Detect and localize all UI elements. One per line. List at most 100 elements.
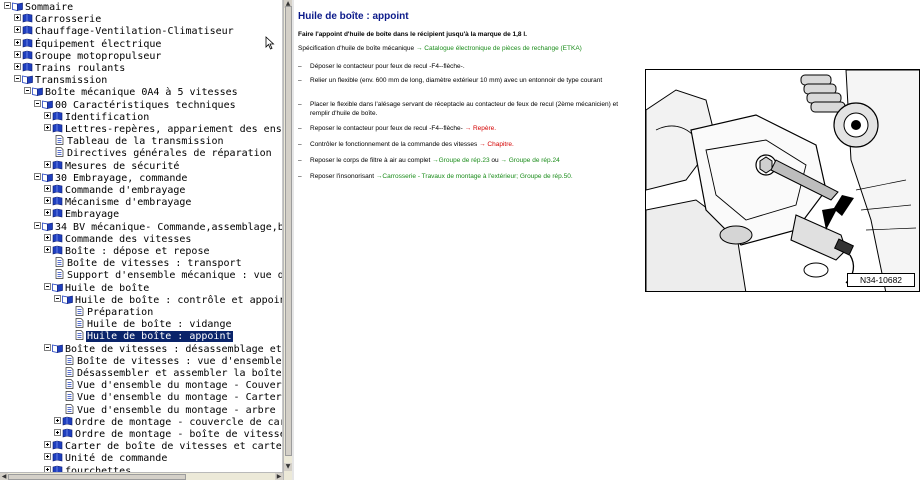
- repair-group-link[interactable]: →Carrosserie - Travaux de montage à l'ex…: [376, 173, 573, 180]
- expand-icon[interactable]: [44, 246, 51, 253]
- tree-item[interactable]: Commande des vitesses: [44, 233, 192, 245]
- tree-item[interactable]: Huile de boîte : vidange: [64, 318, 233, 330]
- tree-item-label[interactable]: Ordre de montage - couvercle de carter: [74, 417, 282, 428]
- tree-item-label[interactable]: Directives générales de réparation: [66, 148, 273, 159]
- expand-icon[interactable]: [44, 185, 51, 192]
- tree-item-label[interactable]: Huile de boîte : contrôle et appoint: [74, 295, 282, 306]
- tree-item-label[interactable]: 30 Embrayage, commande: [54, 173, 188, 184]
- tree-item-label[interactable]: Préparation: [86, 307, 154, 318]
- expand-icon[interactable]: [44, 111, 51, 119]
- tree-item-label[interactable]: 34 BV mécanique- Commande,assemblage,blo…: [54, 222, 282, 233]
- tree-item[interactable]: Carrosserie: [14, 13, 102, 25]
- expand-icon[interactable]: [14, 50, 21, 58]
- tree-item-label[interactable]: Embrayage: [64, 209, 120, 220]
- tree-item[interactable]: Chauffage-Ventilation-Climatiseur: [14, 25, 235, 37]
- tree-item-label[interactable]: Unité de commande: [64, 453, 168, 464]
- tree-item-label[interactable]: Transmission: [34, 75, 108, 86]
- tree-item-label[interactable]: Vue d'ensemble du montage - arbre prim: [76, 405, 282, 416]
- expand-icon[interactable]: [44, 197, 51, 205]
- tree-item[interactable]: Transmission: [14, 74, 108, 86]
- expand-icon[interactable]: [44, 209, 51, 217]
- tree-item[interactable]: 30 Embrayage, commande: [34, 172, 188, 184]
- tree-item-label[interactable]: 00 Caractéristiques techniques: [54, 100, 237, 111]
- tree-item-label[interactable]: Groupe motopropulseur: [34, 51, 162, 62]
- tree-item-label[interactable]: Ordre de montage - boîte de vitesses :: [74, 429, 282, 440]
- expand-icon[interactable]: [14, 63, 21, 70]
- tree-item[interactable]: Vue d'ensemble du montage - Carter de: [54, 391, 282, 403]
- tree-item-label[interactable]: Boîte de vitesses : transport: [66, 258, 243, 269]
- collapse-icon[interactable]: [34, 172, 41, 180]
- tree-item[interactable]: Commande d'embrayage: [44, 184, 186, 196]
- tree-item-label[interactable]: Huile de boîte: [64, 283, 150, 294]
- expand-icon[interactable]: [44, 233, 51, 241]
- tree-item[interactable]: Désassembler et assembler la boîte de: [54, 367, 282, 379]
- collapse-icon[interactable]: [14, 75, 21, 83]
- tree-item[interactable]: 34 BV mécanique- Commande,assemblage,blo…: [34, 221, 282, 233]
- expand-icon[interactable]: [44, 441, 51, 449]
- tree-vertical-scroll-thumb[interactable]: [285, 6, 292, 456]
- tree-item[interactable]: Groupe motopropulseur: [14, 50, 162, 62]
- tree-horizontal-scroll-thumb[interactable]: [8, 474, 186, 480]
- expand-icon[interactable]: [44, 160, 51, 168]
- tree-item-label[interactable]: Lettres-repères, appariement des ensembl: [64, 124, 282, 135]
- tree-item[interactable]: Sommaire: [4, 1, 74, 13]
- tree-item-label[interactable]: Boîte de vitesses : vue d'ensemble: [76, 356, 282, 367]
- cross-reference-link[interactable]: → Chapitre.: [479, 141, 514, 148]
- tree-item[interactable]: Vue d'ensemble du montage - Couvercle: [54, 379, 282, 391]
- repair-group-link[interactable]: → Groupe de rép.24: [500, 157, 559, 164]
- tree-item-label[interactable]: Tableau de la transmission: [66, 136, 225, 147]
- cross-reference-link[interactable]: → Repère.: [465, 125, 496, 132]
- tree-item-label[interactable]: Commande d'embrayage: [64, 185, 186, 196]
- collapse-icon[interactable]: [34, 221, 41, 229]
- tree-item-label[interactable]: Sommaire: [24, 2, 74, 13]
- expand-icon[interactable]: [14, 38, 21, 46]
- tree-item[interactable]: Huile de boîte: [44, 282, 150, 294]
- tree-item[interactable]: Carter de boîte de vitesses et carter d': [44, 440, 282, 452]
- tree-item[interactable]: Trains roulants: [14, 62, 126, 74]
- tree-item[interactable]: Boîte de vitesses : désassemblage et ass: [44, 343, 282, 355]
- expand-icon[interactable]: [54, 416, 61, 424]
- tree-item-label[interactable]: Huile de boîte : vidange: [86, 319, 233, 330]
- tree-item-label[interactable]: Vue d'ensemble du montage - Couvercle: [76, 380, 282, 391]
- tree-item-label[interactable]: Désassembler et assembler la boîte de: [76, 368, 282, 379]
- tree-item-label[interactable]: Commande des vitesses: [64, 234, 192, 245]
- expand-icon[interactable]: [14, 14, 21, 22]
- tree-item[interactable]: Mécanisme d'embrayage: [44, 196, 192, 208]
- tree-item-label[interactable]: Carter de boîte de vitesses et carter d': [64, 441, 282, 452]
- tree-item[interactable]: Lettres-repères, appariement des ensembl: [44, 123, 282, 135]
- etka-link[interactable]: → Catalogue électronique de pièces de re…: [416, 45, 582, 52]
- scroll-down-icon[interactable]: ▼: [284, 463, 292, 471]
- tree-item-label[interactable]: Chauffage-Ventilation-Climatiseur: [34, 26, 235, 37]
- collapse-icon[interactable]: [54, 294, 61, 302]
- tree-item-label[interactable]: Boîte de vitesses : désassemblage et ass: [64, 344, 282, 355]
- tree-item-label[interactable]: Vue d'ensemble du montage - Carter de: [76, 392, 282, 403]
- tree-item[interactable]: Mesures de sécurité: [44, 160, 180, 172]
- tree-item-label[interactable]: Support d'ensemble mécanique : vue d'ens: [66, 270, 282, 281]
- tree-item-label[interactable]: Huile de boîte : appoint: [86, 331, 233, 343]
- tree-vertical-scrollbar[interactable]: ▲ ▼: [283, 0, 292, 480]
- expand-icon[interactable]: [44, 453, 51, 461]
- tree-item-label[interactable]: Mécanisme d'embrayage: [64, 197, 192, 208]
- tree-item[interactable]: Boîte mécanique 0A4 à 5 vitesses: [24, 86, 239, 98]
- tree-item[interactable]: 00 Caractéristiques techniques: [34, 99, 237, 111]
- tree-item-label[interactable]: Équipement électrique: [34, 39, 162, 50]
- scroll-right-icon[interactable]: ▶: [275, 473, 283, 480]
- tree-item-label[interactable]: Boîte : dépose et repose: [64, 246, 211, 257]
- collapse-icon[interactable]: [44, 282, 51, 290]
- tree-item-label[interactable]: Carrosserie: [34, 14, 102, 25]
- collapse-icon[interactable]: [34, 99, 41, 107]
- tree-horizontal-scrollbar[interactable]: ◀ ▶: [0, 472, 283, 480]
- collapse-icon[interactable]: [44, 343, 51, 351]
- collapse-icon[interactable]: [24, 87, 31, 95]
- tree-item[interactable]: Équipement électrique: [14, 38, 162, 50]
- tree-item-label[interactable]: Trains roulants: [34, 63, 126, 74]
- tree-item[interactable]: Directives générales de réparation: [44, 147, 273, 159]
- tree-item[interactable]: Boîte : dépose et repose: [44, 245, 211, 257]
- tree-item-label[interactable]: Boîte mécanique 0A4 à 5 vitesses: [44, 87, 239, 98]
- tree-item[interactable]: Vue d'ensemble du montage - arbre prim: [54, 403, 282, 416]
- repair-group-link[interactable]: →Groupe de rép.23: [432, 157, 489, 164]
- expand-icon[interactable]: [44, 124, 51, 131]
- tree-item[interactable]: Embrayage: [44, 208, 120, 220]
- tree-item[interactable]: Ordre de montage - boîte de vitesses :: [54, 428, 282, 440]
- tree-item[interactable]: Boîte de vitesses : transport: [44, 257, 243, 269]
